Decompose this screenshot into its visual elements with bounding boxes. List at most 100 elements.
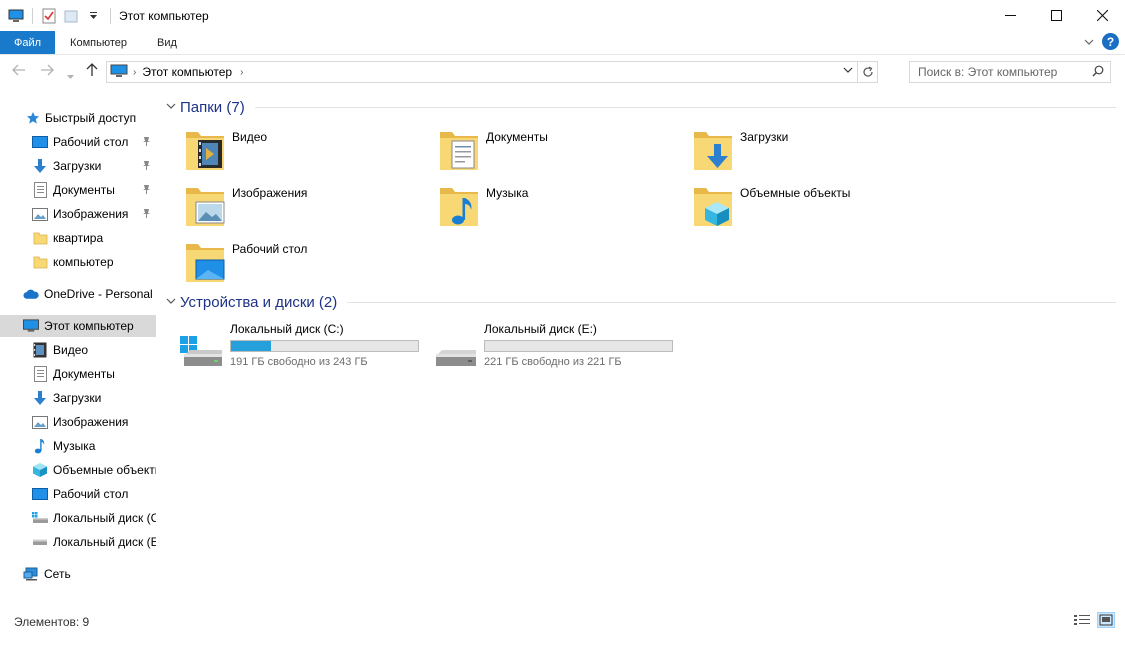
nav-pc-3d-objects[interactable]: Объемные объекты <box>0 459 156 481</box>
drive-tile-e[interactable]: Локальный диск (E:) 221 ГБ свободно из 2… <box>432 322 682 370</box>
folder-tile-3d-objects[interactable]: Объемные объекты <box>692 182 932 232</box>
expand-ribbon-icon[interactable] <box>1084 35 1094 49</box>
nav-pc-desktop[interactable]: Рабочий стол <box>0 483 156 505</box>
folder-name: Изображения <box>232 186 308 200</box>
address-bar[interactable]: › Этот компьютер › <box>106 61 878 83</box>
nav-pc-downloads[interactable]: Загрузки <box>0 387 156 409</box>
pin-icon[interactable] <box>142 136 151 149</box>
properties-icon[interactable] <box>40 7 58 25</box>
folder-tile-video[interactable]: Видео <box>184 126 424 176</box>
desktop-icon <box>32 486 48 502</box>
back-arrow-icon[interactable] <box>12 63 26 79</box>
nav-label: Сеть <box>44 567 71 581</box>
nav-label: Быстрый доступ <box>45 111 137 125</box>
refresh-button[interactable] <box>857 62 877 82</box>
nav-label: Локальный диск (E:) <box>53 535 156 549</box>
star-icon <box>25 110 41 126</box>
music-folder-icon <box>438 182 486 230</box>
desktop-icon <box>32 134 48 150</box>
address-dropdown-icon[interactable] <box>843 65 853 77</box>
drive-usage-bar <box>230 340 419 352</box>
documents-icon <box>32 366 48 382</box>
drive-icon <box>32 534 48 550</box>
close-button[interactable] <box>1079 0 1125 31</box>
nav-label: Документы <box>53 367 115 381</box>
breadcrumb-chevron-icon[interactable]: › <box>240 67 243 78</box>
network-icon <box>23 566 39 582</box>
tab-computer[interactable]: Компьютер <box>55 31 142 54</box>
folder-tile-downloads[interactable]: Загрузки <box>692 126 932 176</box>
nav-quick-downloads[interactable]: Загрузки <box>0 155 156 177</box>
music-icon <box>32 438 48 454</box>
maximize-button[interactable] <box>1033 0 1079 31</box>
computer-icon[interactable] <box>7 7 25 25</box>
folder-tile-pictures[interactable]: Изображения <box>184 182 424 232</box>
nav-label: OneDrive - Personal <box>44 287 153 301</box>
folder-icon <box>32 230 48 246</box>
pin-icon[interactable] <box>142 160 151 173</box>
nav-pc-music[interactable]: Музыка <box>0 435 156 457</box>
folder-name: Рабочий стол <box>232 242 308 256</box>
breadcrumb-this-pc[interactable]: Этот компьютер <box>142 65 232 79</box>
up-arrow-icon[interactable] <box>86 63 98 80</box>
qat-separator <box>32 7 33 24</box>
details-view-icon[interactable] <box>1073 612 1091 628</box>
large-icons-view-icon[interactable] <box>1097 612 1115 628</box>
help-icon[interactable]: ? <box>1102 33 1119 50</box>
tab-file[interactable]: Файл <box>0 31 56 54</box>
chevron-down-icon[interactable] <box>166 297 180 308</box>
folders-section-header[interactable]: Папки (7) <box>166 99 1116 116</box>
cloud-icon <box>23 286 39 302</box>
nav-onedrive[interactable]: OneDrive - Personal <box>0 283 156 305</box>
pin-icon[interactable] <box>142 208 151 221</box>
pin-icon[interactable] <box>142 184 151 197</box>
folder-name: Музыка <box>486 186 529 200</box>
search-icon[interactable] <box>1092 65 1104 80</box>
nav-label: Объемные объекты <box>53 463 156 477</box>
nav-pc-drive-c[interactable]: Локальный диск (C:) <box>0 507 156 529</box>
recent-locations-icon[interactable] <box>67 67 74 83</box>
nav-label: Рабочий стол <box>53 135 129 149</box>
tab-view[interactable]: Вид <box>142 31 192 54</box>
nav-label: Видео <box>53 343 89 357</box>
folder-name: Загрузки <box>740 130 789 144</box>
nav-label: Изображения <box>53 415 129 429</box>
title-bar: Этот компьютер <box>0 0 1125 31</box>
breadcrumb-chevron-icon[interactable]: › <box>133 67 136 78</box>
folder-name: Видео <box>232 130 268 144</box>
folder-tile-music[interactable]: Музыка <box>438 182 678 232</box>
nav-quick-desktop[interactable]: Рабочий стол <box>0 131 156 153</box>
chevron-down-icon[interactable] <box>166 102 180 113</box>
drive-tile-c[interactable]: Локальный диск (C:) 191 ГБ свободно из 2… <box>178 322 428 370</box>
computer-icon <box>110 64 128 81</box>
folder-name: Документы <box>486 130 548 144</box>
nav-label: Изображения <box>53 207 129 221</box>
nav-pc-documents[interactable]: Документы <box>0 363 156 385</box>
search-input[interactable]: Поиск в: Этот компьютер <box>918 65 1092 79</box>
ribbon-right-controls: ? <box>1084 33 1119 50</box>
pictures-icon <box>32 206 48 222</box>
status-item-count: Элементов: 9 <box>14 615 90 629</box>
nav-pc-drive-e[interactable]: Локальный диск (E:) <box>0 531 156 553</box>
nav-pc-video[interactable]: Видео <box>0 339 156 361</box>
folder-tile-documents[interactable]: Документы <box>438 126 678 176</box>
window-controls <box>987 0 1125 31</box>
qat-dropdown-icon[interactable] <box>84 7 102 25</box>
nav-quick-documents[interactable]: Документы <box>0 179 156 201</box>
folder-tile-desktop[interactable]: Рабочий стол <box>184 238 424 288</box>
nav-quick-folder-kompyuter[interactable]: компьютер <box>0 251 156 273</box>
nav-quick-folder-kvartira[interactable]: квартира <box>0 227 156 249</box>
nav-network[interactable]: Сеть <box>0 563 156 585</box>
drive-free-space: 191 ГБ свободно из 243 ГБ <box>230 356 368 368</box>
computer-icon <box>23 318 39 334</box>
search-box[interactable]: Поиск в: Этот компьютер <box>909 61 1111 83</box>
view-switcher <box>1073 612 1115 628</box>
forward-arrow-icon[interactable] <box>40 63 54 79</box>
drives-section-header[interactable]: Устройства и диски (2) <box>166 294 1116 311</box>
nav-quick-access[interactable]: Быстрый доступ <box>0 107 156 129</box>
nav-this-pc[interactable]: Этот компьютер <box>0 315 156 337</box>
minimize-button[interactable] <box>987 0 1033 31</box>
nav-quick-pictures[interactable]: Изображения <box>0 203 156 225</box>
new-folder-icon[interactable] <box>62 7 80 25</box>
nav-pc-pictures[interactable]: Изображения <box>0 411 156 433</box>
